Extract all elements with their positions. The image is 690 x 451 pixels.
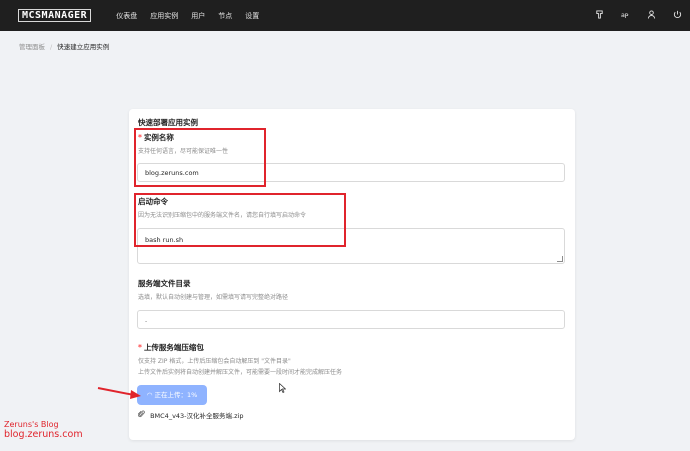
watermark-line2: blog.zeruns.com — [4, 429, 83, 440]
top-right-icons: aP — [586, 0, 690, 31]
instance-name-help: 支持任何语言，尽可能保证唯一性 — [138, 148, 229, 155]
nav-item-users[interactable]: 用户 — [191, 11, 205, 21]
start-command-value: bash run.sh — [145, 236, 184, 244]
upload-button[interactable]: ◠ 正在上传：1% — [137, 385, 207, 405]
start-command-label: 启动命令 — [138, 197, 168, 206]
top-navigation-bar: MCSMANAGER 仪表盘 应用实例 用户 节点 设置 aP — [0, 0, 690, 31]
breadcrumb-separator: / — [50, 43, 53, 51]
nav-item-dashboard[interactable]: 仪表盘 — [116, 11, 137, 21]
server-dir-label: 服务端文件目录 — [138, 279, 191, 288]
required-mark: * — [138, 133, 142, 142]
user-icon[interactable] — [638, 10, 664, 21]
uploaded-file-name: BMC4_v43-汉化补全服务端.zip — [150, 412, 244, 420]
mouse-cursor-icon — [279, 382, 287, 396]
mcsmanager-logo[interactable]: MCSMANAGER — [18, 9, 92, 22]
start-command-help: 因为无法识别压缩包中的服务端文件名，请您自行填写启动命令 — [138, 212, 307, 219]
svg-text:P: P — [624, 13, 628, 19]
server-dir-help: 选填，默认自动创建与管理，如需填写请写完整绝对路径 — [138, 294, 289, 301]
upload-help-line2: 上传文件后实例将自动创建并解压文件，可能需要一段时间才能完成解压任务 — [138, 369, 343, 376]
instance-name-label: * 实例名称 — [138, 133, 174, 142]
start-command-textarea[interactable]: bash run.sh — [137, 228, 565, 264]
main-nav: 仪表盘 应用实例 用户 节点 设置 — [103, 11, 259, 21]
nav-item-nodes[interactable]: 节点 — [218, 11, 232, 21]
card-title: 快速部署应用实例 — [138, 118, 198, 127]
annotation-arrow-icon — [97, 387, 141, 399]
resize-handle[interactable] — [557, 256, 563, 262]
paperclip-icon — [137, 410, 147, 420]
nav-item-instances[interactable]: 应用实例 — [150, 11, 178, 21]
translate-icon[interactable]: aP — [612, 10, 638, 21]
blog-watermark: Zeruns's Blog blog.zeruns.com — [4, 420, 83, 440]
required-mark: * — [138, 343, 142, 352]
upload-label: * 上传服务端压缩包 — [138, 343, 204, 352]
breadcrumb-root[interactable]: 管理面板 — [19, 43, 45, 51]
upload-progress-text: 正在上传：1% — [154, 391, 198, 399]
theme-icon[interactable] — [586, 10, 612, 21]
quick-deploy-card: 快速部署应用实例 * 实例名称 支持任何语言，尽可能保证唯一性 blog.zeru… — [129, 109, 575, 440]
uploaded-file-item[interactable]: BMC4_v43-汉化补全服务端.zip — [137, 410, 244, 420]
upload-help-line1: 仅支持 ZIP 格式，上传后压缩包会自动解压到 "文件目录" — [138, 358, 291, 365]
logout-icon[interactable] — [664, 10, 690, 21]
loading-icon: ◠ — [146, 391, 153, 399]
breadcrumb: 管理面板 / 快速建立应用实例 — [19, 41, 109, 51]
nav-item-settings[interactable]: 设置 — [245, 11, 259, 21]
instance-name-input[interactable]: blog.zeruns.com — [137, 163, 565, 182]
breadcrumb-current: 快速建立应用实例 — [57, 43, 110, 51]
server-dir-input[interactable]: . — [137, 310, 565, 329]
